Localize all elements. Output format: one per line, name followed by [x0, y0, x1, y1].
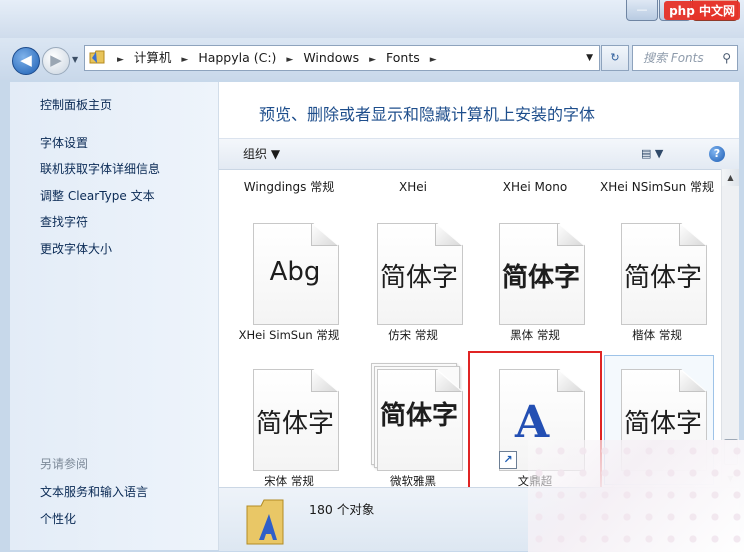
- blur-pattern: [528, 440, 744, 552]
- adjust-cleartype-link[interactable]: 调整 ClearType 文本: [40, 187, 155, 204]
- find-character-link[interactable]: 查找字符: [40, 213, 88, 230]
- change-view-button[interactable]: ▤ ▼: [641, 139, 663, 169]
- font-sample: 简体字: [623, 263, 702, 293]
- watermark-badge: php 中文网: [664, 1, 740, 20]
- item-count: 180 个对象: [309, 502, 375, 517]
- forward-button[interactable]: ▶: [42, 47, 70, 75]
- font-item-label[interactable]: XHei Mono: [477, 179, 593, 195]
- search-input[interactable]: 搜索 Fonts: [643, 46, 704, 70]
- fonts-folder-icon: [246, 499, 284, 545]
- help-icon[interactable]: ?: [709, 146, 725, 162]
- font-item-label[interactable]: Wingdings 常规: [231, 179, 347, 195]
- text-services-link[interactable]: 文本服务和输入语言: [40, 483, 148, 500]
- breadcrumb-separator[interactable]: ►: [430, 55, 437, 65]
- breadcrumb-computer[interactable]: 计算机: [134, 50, 172, 65]
- control-panel-home-link[interactable]: 控制面板主页: [40, 96, 112, 113]
- see-also-heading: 另请参阅: [40, 457, 89, 471]
- font-settings-link[interactable]: 字体设置: [40, 134, 88, 151]
- scroll-up-button[interactable]: ▲: [722, 169, 739, 186]
- minimize-button[interactable]: —: [626, 0, 658, 21]
- address-dropdown[interactable]: ▼: [586, 46, 593, 70]
- breadcrumb-separator[interactable]: ►: [286, 55, 293, 65]
- font-item-label: 楷体 常规: [632, 328, 682, 342]
- font-item-label: 微软雅黑: [390, 474, 436, 487]
- breadcrumb-separator[interactable]: ►: [181, 55, 188, 65]
- personalization-link[interactable]: 个性化: [40, 510, 76, 527]
- font-item-xhei-simsun[interactable]: Abg XHei SimSun 常规: [231, 209, 347, 342]
- title-bar: — □ ✕ php 中文网: [0, 0, 744, 38]
- font-sample: 简体字: [255, 409, 334, 439]
- font-sample: 简体字: [379, 401, 458, 431]
- breadcrumb-separator[interactable]: ►: [369, 55, 376, 65]
- font-sample: 简体字: [501, 263, 580, 293]
- get-font-info-online-link[interactable]: 联机获取字体详细信息: [40, 160, 160, 177]
- font-item-label: 宋体 常规: [264, 474, 314, 487]
- address-bar[interactable]: ► 计算机 ► Happyla (C:) ► Windows ► Fonts ►…: [84, 45, 600, 71]
- breadcrumb-fonts[interactable]: Fonts: [386, 50, 420, 65]
- search-icon[interactable]: ⚲: [722, 46, 731, 70]
- font-item-label[interactable]: XHei NSimSun 常规: [599, 179, 715, 195]
- font-item-songti[interactable]: 简体字 宋体 常规: [231, 355, 347, 487]
- search-box[interactable]: 搜索 Fonts ⚲: [632, 45, 738, 71]
- font-item-label: 黑体 常规: [510, 328, 560, 342]
- font-sample: 简体字: [379, 263, 458, 293]
- refresh-button[interactable]: ↻: [601, 45, 629, 71]
- blurred-overlay: [528, 440, 744, 552]
- font-sample: Abg: [269, 257, 321, 287]
- breadcrumb: ► 计算机 ► Happyla (C:) ► Windows ► Fonts ►: [111, 46, 443, 70]
- font-item-heiti[interactable]: 简体字 黑体 常规: [477, 209, 593, 342]
- breadcrumb-windows[interactable]: Windows: [303, 50, 359, 65]
- breadcrumb-separator: ►: [117, 55, 124, 65]
- page-title: 预览、删除或者显示和隐藏计算机上安装的字体: [259, 105, 596, 124]
- font-item-label[interactable]: XHei: [355, 179, 471, 195]
- recent-pages-dropdown[interactable]: ▼: [72, 55, 78, 64]
- font-item-label: XHei SimSun 常规: [238, 328, 340, 342]
- change-font-size-link[interactable]: 更改字体大小: [40, 240, 112, 257]
- font-item-microsoft-yahei[interactable]: 简体字 微软雅黑: [355, 355, 471, 487]
- font-item-fangsong[interactable]: 简体字 仿宋 常规: [355, 209, 471, 342]
- command-bar: 组织 ▼ ▤ ▼ ?: [219, 138, 739, 170]
- font-item-label: 仿宋 常规: [388, 328, 438, 342]
- explorer-window: — □ ✕ php 中文网 ◀ ▶ ▼ ► 计算机 ► Happyla (C:)…: [0, 0, 744, 552]
- organize-menu-button[interactable]: 组织 ▼: [243, 139, 280, 169]
- task-pane: 控制面板主页 字体设置 联机获取字体详细信息 调整 ClearType 文本 查…: [10, 82, 219, 550]
- back-button[interactable]: ◀: [12, 47, 40, 75]
- breadcrumb-drive[interactable]: Happyla (C:): [198, 50, 276, 65]
- font-item-kaiti[interactable]: 简体字 楷体 常规: [599, 209, 715, 342]
- folder-icon: [89, 50, 105, 64]
- font-sample: 简体字: [623, 409, 702, 439]
